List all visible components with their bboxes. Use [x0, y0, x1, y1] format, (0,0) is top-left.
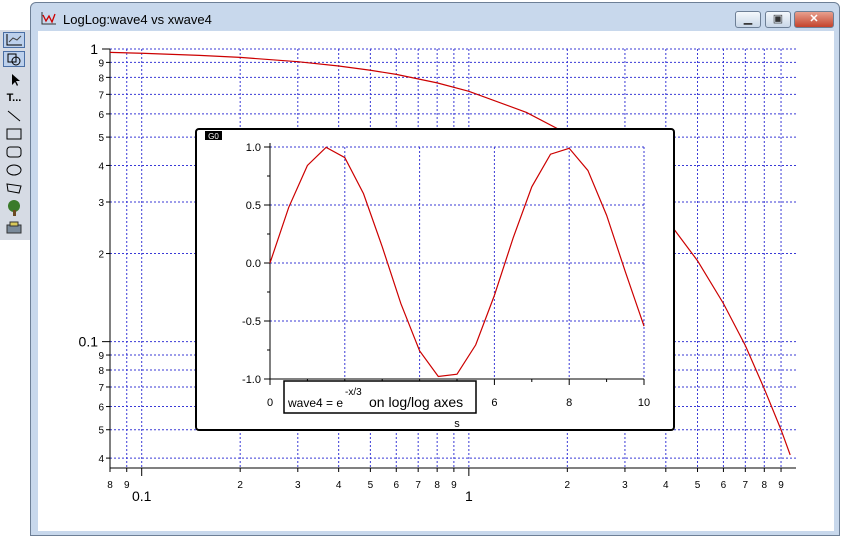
x-tick-label: 7: [415, 480, 421, 491]
x-tick-label: 4: [336, 480, 342, 491]
y-tick-label: 4: [98, 454, 104, 465]
y-tick-label: 7: [98, 383, 104, 394]
annotation-exponent: -x/3: [345, 387, 362, 398]
inset-x-axis-label: s: [454, 418, 460, 430]
y-tick-label: 9: [98, 58, 104, 69]
y-tick-label: 5: [98, 426, 104, 437]
y-tick-label: 4: [98, 161, 104, 172]
x-tick-label: 5: [368, 480, 374, 491]
y-tick-label: 6: [98, 403, 104, 414]
inset-x-tick-label: 0: [267, 397, 273, 409]
x-tick-label: 0.1: [132, 488, 152, 504]
x-tick-label: 8: [434, 480, 440, 491]
y-tick-label: 2: [98, 250, 104, 261]
inset-x-tick-label: 10: [638, 397, 650, 409]
x-tick-label: 1: [465, 488, 473, 504]
inset-x-tick-label: 6: [491, 397, 497, 409]
x-tick-label: 4: [663, 480, 669, 491]
x-tick-label: 6: [721, 480, 727, 491]
y-tick-label: 6: [98, 110, 104, 121]
y-tick-label: 1: [90, 41, 98, 57]
inset-y-tick-label: 0.0: [246, 258, 261, 270]
inset-y-tick-label: 0.5: [246, 200, 261, 212]
x-tick-label: 3: [622, 480, 628, 491]
x-tick-label: 8: [762, 480, 768, 491]
annotation-text: wave4 = e: [287, 396, 343, 410]
loglog-chart: 8 90.12 3 4 5 6 7 8 912 3 4 5 6 7 8 91987654320.1987654…: [79, 41, 796, 504]
x-tick-label: 9: [451, 480, 457, 491]
y-tick-label: 3: [98, 198, 104, 209]
x-tick-label: 3: [295, 480, 301, 491]
x-tick-label: 7: [743, 480, 749, 491]
inset-x-tick-label: 8: [566, 397, 572, 409]
inset-y-tick-label: 1.0: [246, 142, 261, 154]
x-tick-label: 9: [778, 480, 784, 491]
x-tick-label: 2: [565, 480, 571, 491]
inset-y-tick-label: -1.0: [242, 374, 261, 386]
y-tick-label: 0.1: [79, 334, 99, 350]
inset-tag-label: G0: [208, 132, 219, 141]
annotation-suffix: on log/log axes: [369, 394, 463, 410]
y-tick-label: 9: [98, 351, 104, 362]
inset-y-tick-label: -0.5: [242, 316, 261, 328]
x-tick-label: 6: [393, 480, 399, 491]
y-tick-label: 8: [98, 366, 104, 377]
x-tick-label: 2: [237, 480, 243, 491]
x-tick-label: 9: [124, 480, 130, 491]
x-tick-label: 5: [695, 480, 701, 491]
y-tick-label: 8: [98, 73, 104, 84]
y-tick-label: 5: [98, 133, 104, 144]
x-tick-label: 8: [107, 480, 113, 491]
y-tick-label: 7: [98, 90, 104, 101]
